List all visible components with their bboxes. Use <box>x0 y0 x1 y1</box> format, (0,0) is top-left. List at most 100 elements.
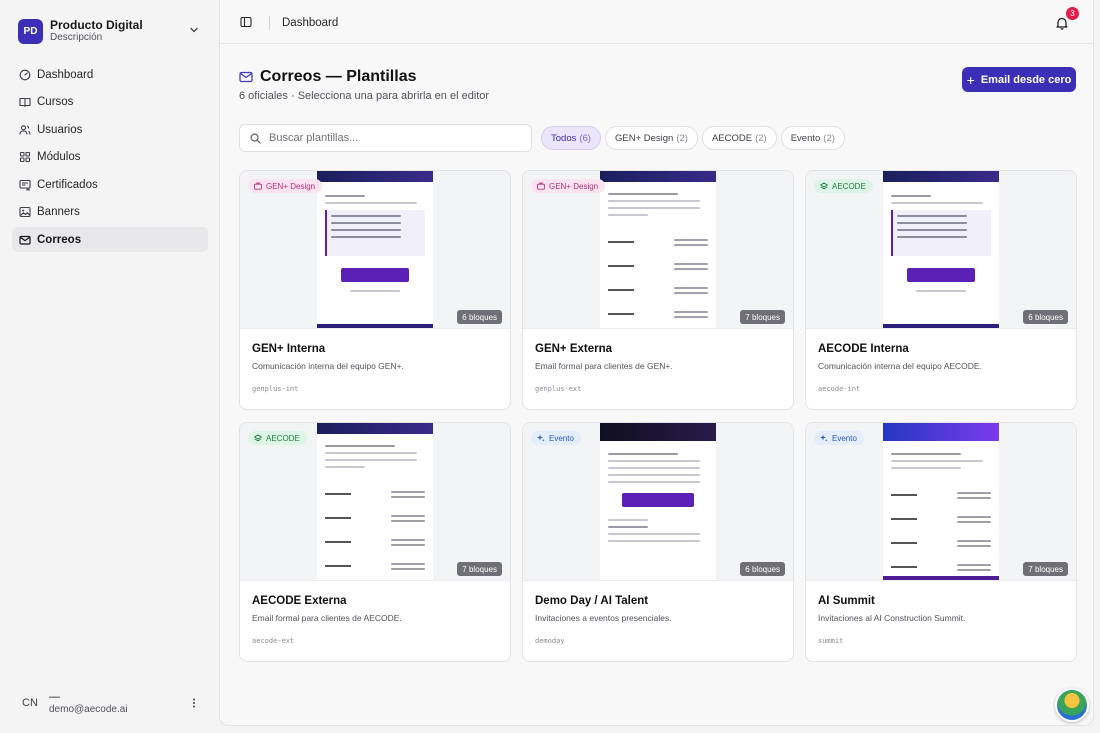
blocks-badge: 7 bloques <box>1023 562 1068 576</box>
layers-icon <box>820 182 828 190</box>
template-preview: GEN+ Design 6 bloques <box>240 171 510 329</box>
sidebar-item-label: Usuarios <box>37 123 83 136</box>
workspace-subtitle: Descripción <box>50 32 103 44</box>
template-description: Invitaciones a eventos presenciales. <box>535 613 672 623</box>
blocks-badge: 6 bloques <box>740 562 785 576</box>
sidebar-nav: Dashboard Cursos Usuarios Módulos Certificad… <box>12 62 208 255</box>
search-input[interactable] <box>269 132 519 144</box>
search-box <box>239 124 532 152</box>
search-icon <box>250 133 261 144</box>
blocks-badge: 7 bloques <box>740 310 785 324</box>
blocks-badge: 6 bloques <box>457 310 502 324</box>
plus-icon: + <box>966 71 975 88</box>
template-card-demoday[interactable]: Evento 6 bloques Demo Day / AI Talent Invit… <box>522 422 794 662</box>
template-tag-label: AECODE <box>832 181 866 191</box>
bell-icon[interactable] <box>1055 16 1069 30</box>
template-preview: AECODE 7 bloques <box>240 423 510 581</box>
filter-chip-count: (2) <box>676 132 688 144</box>
email-thumbnail <box>883 171 999 328</box>
main-panel: Dashboard 3 Correos — Plantillas 6 ofici… <box>219 0 1094 726</box>
template-tag-label: GEN+ Design <box>549 181 599 191</box>
sidebar-item-cursos[interactable]: Cursos <box>12 90 208 115</box>
template-title: AECODE Interna <box>818 343 909 355</box>
template-preview: GEN+ Design 7 bloques <box>523 171 793 329</box>
sidebar-item-banners[interactable]: Banners <box>12 200 208 225</box>
template-tag: AECODE <box>814 179 873 193</box>
template-title: Demo Day / AI Talent <box>535 595 649 607</box>
mail-icon <box>239 71 253 83</box>
sidebar-item-label: Cursos <box>37 96 74 108</box>
template-description: Comunicación interna del equipo AECODE. <box>818 361 982 371</box>
template-tag: Evento <box>814 431 864 445</box>
filter-chip-aecode[interactable]: AECODE (2) <box>701 126 777 150</box>
topbar: Dashboard 3 <box>220 0 1093 44</box>
template-preview: AECODE 6 bloques <box>806 171 1076 329</box>
workspace-avatar: PD <box>18 18 43 44</box>
template-card-aecode-int[interactable]: AECODE 6 bloques AECODE Interna Comunicació… <box>805 170 1077 410</box>
sidebar-item-dashboard[interactable]: Dashboard <box>12 62 208 87</box>
mail-icon <box>19 234 31 246</box>
template-slug: aecode-ext <box>252 637 295 645</box>
workspace-switcher[interactable]: PD Producto Digital Descripción <box>12 12 208 50</box>
email-thumbnail <box>600 171 716 328</box>
filter-chip-evento[interactable]: Evento (2) <box>780 126 845 150</box>
email-thumbnail <box>883 423 999 580</box>
filter-chip-count: (2) <box>823 132 835 144</box>
filter-chip-todos[interactable]: Todos (6) <box>541 126 601 150</box>
chevron-down-icon <box>190 27 198 33</box>
page-header: Correos — Plantillas 6 oficiales · Selec… <box>239 68 489 102</box>
sidebar-item-label: Módulos <box>37 151 81 163</box>
blocks-badge: 7 bloques <box>457 562 502 576</box>
email-thumbnail <box>600 423 716 580</box>
template-tag: GEN+ Design <box>531 179 606 193</box>
sidebar-item-label: Correos <box>37 233 82 246</box>
template-title: AI Summit <box>818 595 875 607</box>
email-thumbnail <box>317 171 433 328</box>
template-tag-label: Evento <box>832 433 857 443</box>
template-card-genplus-ext[interactable]: GEN+ Design 7 bloques GEN+ Externa Email fo… <box>522 170 794 410</box>
page-title: Correos — Plantillas <box>260 68 417 85</box>
filter-chip-label: GEN+ Design <box>614 132 674 144</box>
template-card-genplus-int[interactable]: GEN+ Design 6 bloques GEN+ Interna Comunica… <box>239 170 511 410</box>
template-card-summit[interactable]: Evento 7 bloques AI Summit Invitaciones al … <box>805 422 1077 662</box>
template-tag-label: GEN+ Design <box>266 181 316 191</box>
sidebar-toggle-icon[interactable] <box>240 16 252 28</box>
template-slug: genplus-int <box>252 385 299 393</box>
template-tag: AECODE <box>248 431 307 445</box>
user-avatar: CN <box>22 697 38 709</box>
user-menu[interactable]: CN — demo@aecode.ai <box>12 688 208 718</box>
image-icon <box>19 206 31 218</box>
filter-chip-count: (2) <box>755 132 767 144</box>
sidebar-item-usuarios[interactable]: Usuarios <box>12 117 208 142</box>
template-card-aecode-ext[interactable]: AECODE 7 bloques AECODE Externa Email forma… <box>239 422 511 662</box>
user-name: — <box>49 690 60 703</box>
user-email: demo@aecode.ai <box>49 703 128 715</box>
grid-icon <box>19 151 31 163</box>
sidebar-item-correos[interactable]: Correos <box>12 227 208 252</box>
blocks-badge: 6 bloques <box>1023 310 1068 324</box>
template-description: Email formal para clientes de AECODE. <box>252 613 402 623</box>
template-tag: GEN+ Design <box>248 179 323 193</box>
sidebar-item-modulos[interactable]: Módulos <box>12 145 208 170</box>
filter-chips: Todos (6) GEN+ Design (2) AECODE (2) Evento (2) <box>541 126 849 150</box>
filter-chip-label: AECODE <box>711 132 753 144</box>
sidebar-item-label: Dashboard <box>37 68 94 81</box>
sidebar-item-label: Banners <box>37 206 80 218</box>
filter-chip-gen-design[interactable]: GEN+ Design (2) <box>604 126 698 150</box>
assistant-avatar-button[interactable] <box>1055 688 1089 722</box>
template-slug: demoday <box>535 637 565 645</box>
template-slug: summit <box>818 637 844 645</box>
breadcrumb[interactable]: Dashboard <box>282 17 338 29</box>
email-thumbnail <box>317 423 433 580</box>
new-email-button[interactable]: + Email desde cero <box>962 67 1076 92</box>
more-vertical-icon[interactable] <box>188 697 200 709</box>
template-preview: Evento 7 bloques <box>806 423 1076 581</box>
sidebar-item-certificados[interactable]: Certificados <box>12 172 208 197</box>
template-title: GEN+ Interna <box>252 343 326 355</box>
template-preview: Evento 6 bloques <box>523 423 793 581</box>
template-slug: aecode-int <box>818 385 861 393</box>
page-subtitle: 6 oficiales · Selecciona una para abrirl… <box>239 90 490 102</box>
sidebar-item-label: Certificados <box>37 178 98 191</box>
filter-chip-label: Todos <box>551 132 577 144</box>
certificate-icon <box>19 179 31 191</box>
